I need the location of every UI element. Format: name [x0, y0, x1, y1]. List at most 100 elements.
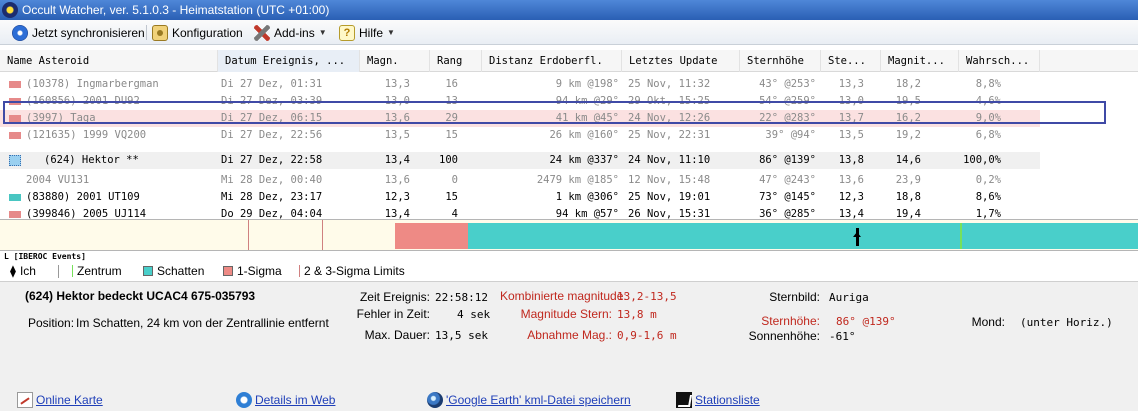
cell-magn: 13,6	[384, 174, 410, 186]
col-header-last-update[interactable]: Letztes Update	[622, 50, 740, 72]
addins-menu[interactable]: Add-ins ▼	[254, 24, 327, 41]
stations-list-link[interactable]: Stationsliste	[676, 392, 760, 408]
legend-me-label: Ich	[19, 264, 36, 278]
cell-update: 26 Nov, 15:31	[628, 208, 711, 219]
cell-update: 12 Nov, 15:48	[628, 174, 711, 186]
sigma-swatch-icon	[223, 266, 233, 276]
cell-prob: 1,7%	[975, 208, 1001, 219]
cell-date: Di 27 Dez, 22:58	[221, 154, 323, 166]
cell-dist: 2479 km @185°	[536, 174, 619, 186]
cell-magnit: 14,6	[895, 154, 921, 166]
col-header-name[interactable]: Name Asteroid	[0, 50, 218, 72]
cell-alt: 36° @285°	[759, 208, 816, 219]
legend-center-label: Zentrum	[77, 264, 122, 278]
table-row[interactable]: (121635) 1999 VQ200 Di 27 Dez, 22:56 13,5 1…	[0, 127, 1040, 144]
col-header-star-mag[interactable]: Ste...	[821, 50, 881, 72]
map-icon	[17, 392, 33, 408]
legend-item-center: Zentrum	[72, 264, 122, 278]
cell-alt: 47° @243°	[759, 174, 816, 186]
combined-mag-value: 13,2-13,5	[617, 290, 677, 303]
max-duration-value: 13,5 sek	[435, 329, 488, 342]
cell-name: (399846) 2005 UJ114	[26, 208, 147, 219]
cell-alt: 73° @145°	[759, 191, 816, 203]
window-title-bar: Occult Watcher, ver. 5.1.0.3 - Heimatsta…	[0, 0, 1138, 20]
limit-line-icon	[299, 265, 300, 277]
row-color-swatch	[9, 211, 21, 218]
cell-rank: 16	[445, 78, 458, 90]
star-mag-label: Magnitude Stern:	[520, 307, 612, 321]
cell-magnit: 18,2	[895, 78, 921, 90]
help-label: Hilfe	[359, 25, 384, 40]
cell-prob: 100,0%	[963, 154, 1001, 166]
links-bar: Online Karte Details im Web 'Google Eart…	[0, 389, 1138, 409]
selection-highlight	[3, 101, 1106, 124]
col-header-star-altitude[interactable]: Sternhöhe	[740, 50, 821, 72]
addins-label: Add-ins	[274, 25, 315, 40]
star-altitude-value: 86° @139°	[836, 315, 896, 328]
cell-rank: 100	[439, 154, 458, 166]
legend-item-limits: 2 & 3-Sigma Limits	[299, 264, 405, 278]
cell-magn: 12,3	[384, 191, 410, 203]
web-details-label: Details im Web	[255, 393, 336, 407]
toolbar-separator	[146, 25, 147, 40]
sync-button[interactable]: Jetzt synchronisieren	[12, 24, 145, 41]
timeline-limit-line	[248, 220, 249, 250]
cell-update: 24 Nov, 11:10	[628, 154, 711, 166]
legend-limits-label: 2 & 3-Sigma Limits	[304, 264, 405, 278]
web-details-link[interactable]: Details im Web	[236, 392, 335, 408]
legend-item-me: ⧫ Ich	[10, 264, 36, 278]
row-color-swatch	[9, 194, 21, 201]
browser-icon	[236, 392, 252, 408]
stations-list-label: Stationsliste	[695, 393, 760, 407]
table-row-selected[interactable]: (624) Hektor ** Di 27 Dez, 22:58 13,4 100 24…	[0, 152, 1040, 169]
star-altitude-label: Sternhöhe:	[761, 314, 820, 328]
col-header-distance[interactable]: Distanz Erdoberfl.	[482, 50, 622, 72]
cell-ste: 13,3	[838, 78, 864, 90]
cell-date: Mi 28 Dez, 00:40	[221, 174, 323, 186]
cell-prob: 8,6%	[975, 191, 1001, 203]
table-row[interactable]: (399846) 2005 UJ114 Do 29 Dez, 04:04 13,4 4…	[0, 206, 1040, 219]
cell-magn: 13,5	[384, 129, 410, 141]
cell-update: 25 Nov, 19:01	[628, 191, 711, 203]
kml-save-link[interactable]: 'Google Earth' kml-Datei speichern	[427, 392, 631, 408]
row-color-swatch	[9, 132, 21, 139]
col-header-probability[interactable]: Wahrsch...	[959, 50, 1040, 72]
mag-drop-label: Abnahme Mag.:	[527, 328, 612, 342]
time-error-value: 4 sek	[457, 308, 491, 321]
table-header: Name Asteroid Datum Ereignis, ... Magn. …	[0, 50, 1138, 72]
cell-update: 25 Nov, 22:31	[628, 129, 711, 141]
sun-altitude-value: -61°	[829, 330, 856, 343]
event-timeline[interactable]	[0, 219, 1138, 251]
moon-label: Mond:	[971, 315, 1005, 329]
table-row[interactable]: 2004 VU131 Mi 28 Dez, 00:40 13,6 0 2479 km @…	[0, 172, 1040, 189]
event-time-value: 22:58:12	[435, 291, 488, 304]
cell-magn: 13,4	[384, 208, 410, 219]
col-header-rank[interactable]: Rang	[430, 50, 482, 72]
help-menu[interactable]: ? Hilfe ▼	[339, 24, 395, 41]
col-header-magnitude[interactable]: Magnit...	[881, 50, 959, 72]
cell-ste: 13,5	[838, 129, 864, 141]
help-icon: ?	[339, 24, 355, 41]
cell-dist: 26 km @160°	[549, 129, 619, 141]
legend-sigma-label: 1-Sigma	[237, 264, 282, 278]
cell-magnit: 19,4	[895, 208, 921, 219]
cell-alt: 43° @253°	[759, 78, 816, 90]
legend-separator	[58, 265, 59, 278]
sync-icon	[12, 24, 28, 41]
events-table: Name Asteroid Datum Ereignis, ... Magn. …	[0, 48, 1138, 219]
cell-magn: 13,4	[384, 154, 410, 166]
cell-name: (83880) 2001 UT109	[26, 191, 140, 203]
online-map-link[interactable]: Online Karte	[17, 392, 103, 408]
event-time-label: Zeit Ereignis:	[359, 290, 430, 304]
cell-update: 25 Nov, 11:32	[628, 78, 711, 90]
sun-altitude-label: Sonnenhöhe:	[748, 329, 820, 343]
table-row[interactable]: (83880) 2001 UT109 Mi 28 Dez, 23:17 12,3 15…	[0, 189, 1040, 206]
position-value: Im Schatten, 24 km von der Zentrallinie …	[76, 316, 329, 330]
globe-icon	[427, 392, 443, 408]
col-header-magn[interactable]: Magn.	[360, 50, 430, 72]
table-row[interactable]: (10378) Ingmarbergman Di 27 Dez, 01:31 13,…	[0, 76, 1040, 93]
config-button[interactable]: Konfiguration	[152, 24, 243, 41]
row-color-swatch	[9, 155, 21, 166]
legend-item-1-sigma: 1-Sigma	[223, 264, 282, 278]
col-header-date[interactable]: Datum Ereignis, ...	[218, 50, 360, 72]
